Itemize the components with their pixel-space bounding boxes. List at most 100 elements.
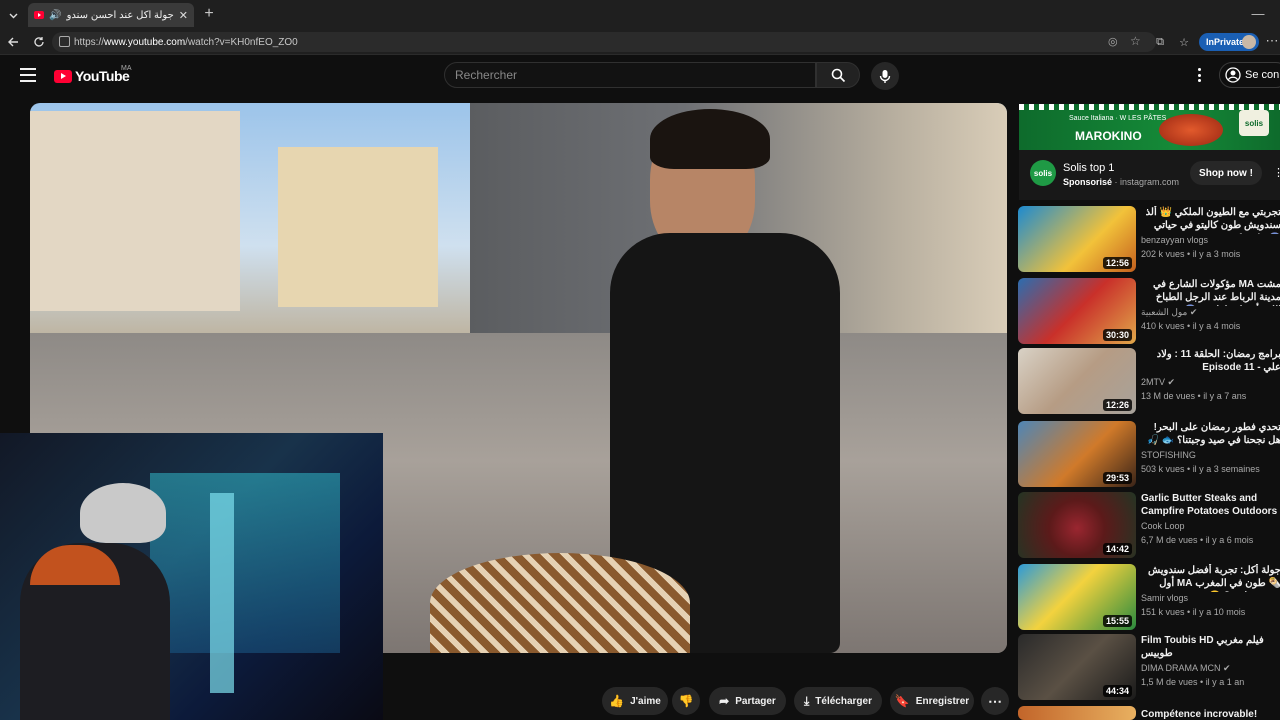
dislike-button[interactable]: 👎 [672, 687, 700, 715]
ad-info-card[interactable]: solis Solis top 1 Sponsorisé · instagram… [1019, 150, 1280, 200]
inprivate-badge[interactable]: InPrivate [1199, 33, 1259, 51]
signin-label: Se conn [1245, 69, 1280, 81]
ad-brand-avatar-text: solis [1033, 168, 1053, 178]
ad-banner-image[interactable]: Sauce Italiana · W LES PÂTES MAROKINO so… [1019, 104, 1280, 150]
account-icon [1225, 67, 1241, 83]
search-button[interactable] [816, 62, 860, 88]
video-title[interactable]: Film Toubis HD فيلم مغربي طوبيس [1141, 634, 1280, 660]
refresh-icon[interactable] [30, 33, 48, 51]
browser-menu-icon[interactable]: ⋯ [1264, 33, 1280, 49]
channel-name[interactable]: Samir vlogs [1141, 593, 1188, 603]
signin-button[interactable]: Se conn [1219, 62, 1280, 88]
save-button[interactable]: 🔖 Enregistrer [890, 687, 974, 715]
minimize-icon[interactable]: — [1250, 5, 1266, 21]
video-thumbnail[interactable]: 12:56 [1018, 206, 1136, 272]
recommendation-item[interactable]: Compétence incrovable! [1018, 706, 1280, 720]
tab-close-icon[interactable]: ✕ [179, 9, 188, 22]
upload-age: il y a 1 an [1205, 677, 1245, 687]
like-button[interactable]: 👍 J'aime [602, 687, 668, 715]
more-horiz-icon: ⋯ [988, 692, 1002, 709]
webcam-person-cap [80, 483, 166, 543]
url-field[interactable]: https://www.youtube.com/watch?v=KH0nfEO_… [52, 32, 1156, 52]
channel-name[interactable]: مول الشعبية [1141, 307, 1187, 317]
bookmark-icon: 🔖 [894, 694, 910, 708]
channel-name[interactable]: 2MTV [1141, 377, 1165, 387]
video-frame-building-left [30, 111, 240, 311]
back-icon[interactable] [4, 33, 22, 51]
channel-name[interactable]: Cook Loop [1141, 521, 1185, 531]
channel-name[interactable]: benzayyan vlogs [1141, 235, 1208, 245]
more-actions-button[interactable]: ⋯ [981, 687, 1009, 715]
recommendation-item[interactable]: 30:30 مشت MA مؤكولات الشارع في مدينة الر… [1018, 278, 1280, 346]
site-info-icon[interactable] [59, 36, 70, 47]
duration-badge: 44:34 [1102, 685, 1132, 697]
duration-badge: 29:53 [1102, 472, 1132, 484]
video-meta: 503 k vues • il y a 3 semaines [1141, 464, 1260, 474]
ad-sponsored-label: Sponsorisé [1063, 177, 1113, 187]
video-title[interactable]: جولة أكل: تجربة أفضل سندويش 🌯 طون في الم… [1141, 564, 1280, 592]
video-thumbnail[interactable]: 15:55 [1018, 564, 1136, 630]
share-button[interactable]: ➦ Partager [709, 687, 786, 715]
recommendation-item[interactable]: 14:42 Garlic Butter Steaks and Campfire … [1018, 492, 1280, 560]
new-tab-icon[interactable]: + [200, 5, 218, 23]
video-title[interactable]: تحدي فطور رمضان على البحر! هل نجحنا في ص… [1141, 421, 1280, 447]
verified-icon: ✔ [1223, 663, 1231, 673]
search-icon [831, 68, 845, 82]
ad-more-icon[interactable]: ⋮ [1273, 166, 1280, 179]
ad-cta-label: Shop now ! [1199, 167, 1253, 179]
download-button[interactable]: ⤓ Télécharger [794, 687, 882, 715]
tab-title: جولة أكل عند احسن سندويتشات [66, 9, 174, 21]
url-host: www.youtube.com [104, 36, 186, 48]
channel-name[interactable]: STOFISHING [1141, 450, 1196, 460]
video-title[interactable]: Compétence incrovable! [1141, 708, 1280, 720]
tab-list-chevron-icon[interactable] [4, 6, 22, 24]
youtube-logo[interactable]: YouTube [54, 67, 130, 85]
settings-more-icon[interactable] [1195, 68, 1203, 82]
guide-menu-icon[interactable] [20, 68, 36, 82]
video-thumbnail[interactable]: 29:53 [1018, 421, 1136, 487]
duration-badge: 12:26 [1102, 399, 1132, 411]
recommendation-item[interactable]: 15:55 جولة أكل: تجربة أفضل سندويش 🌯 طون … [1018, 564, 1280, 632]
video-meta: 151 k vues • il y a 10 mois [1141, 607, 1246, 617]
channel-name[interactable]: DIMA DRAMA MCN [1141, 663, 1221, 673]
ad-banner-solis-logo: solis [1239, 110, 1269, 136]
video-title[interactable]: تجربتي مع الطيون الملكي 👑 ألذ سندويش طون… [1141, 206, 1280, 234]
inprivate-label: InPrivate [1206, 37, 1245, 47]
recommendation-item[interactable]: 12:56 تجربتي مع الطيون الملكي 👑 ألذ سندو… [1018, 206, 1280, 274]
video-thumbnail[interactable] [1018, 706, 1136, 720]
channel-row[interactable]: DIMA DRAMA MCN ✔ [1141, 663, 1231, 674]
ad-cta-button[interactable]: Shop now ! [1190, 161, 1262, 185]
speaker-icon[interactable]: 🔊 [49, 10, 61, 21]
download-icon: ⤓ [803, 693, 810, 708]
ad-banner-title: MAROKINO [1075, 129, 1142, 143]
video-title[interactable]: برامج رمضان: الحلقة 11 : ولاد علي - Epis… [1141, 348, 1280, 374]
recommendation-item[interactable]: 12:26 برامج رمضان: الحلقة 11 : ولاد علي … [1018, 348, 1280, 416]
channel-row[interactable]: مول الشعبية ✔ [1141, 307, 1197, 318]
ad-brand-avatar: solis [1030, 160, 1056, 186]
download-label: Télécharger [815, 695, 872, 707]
favorite-star-icon[interactable]: ☆ [1130, 34, 1141, 48]
upload-age: il y a 6 mois [1205, 535, 1254, 545]
voice-search-button[interactable] [871, 62, 899, 90]
favorites-icon[interactable]: ☆ [1176, 34, 1192, 50]
verified-icon: ✔ [1167, 377, 1176, 387]
recommendation-item[interactable]: 44:34 Film Toubis HD فيلم مغربي طوبيس DI… [1018, 634, 1280, 702]
video-title[interactable]: مشت MA مؤكولات الشارع في مدينة الرباط عن… [1141, 278, 1280, 306]
extensions-icon[interactable]: ⧉ [1152, 34, 1168, 50]
video-thumbnail[interactable]: 44:34 [1018, 634, 1136, 700]
video-frame-building-mid [278, 147, 438, 307]
ad-banner-checker [1019, 104, 1280, 110]
video-thumbnail[interactable]: 30:30 [1018, 278, 1136, 344]
view-count: 13 M de vues [1141, 391, 1196, 401]
video-meta: 202 k vues • il y a 3 mois [1141, 249, 1241, 259]
video-thumbnail[interactable]: 12:26 [1018, 348, 1136, 414]
recommendation-item[interactable]: 29:53 تحدي فطور رمضان على البحر! هل نجحن… [1018, 421, 1280, 489]
search-input[interactable]: Rechercher [444, 62, 816, 88]
channel-row[interactable]: 2MTV ✔ [1141, 377, 1175, 388]
video-title[interactable]: Garlic Butter Steaks and Campfire Potato… [1141, 492, 1280, 518]
video-thumbnail[interactable]: 14:42 [1018, 492, 1136, 558]
ad-banner-pasta-plate [1159, 114, 1223, 146]
tracking-prevention-icon[interactable]: ◎ [1108, 35, 1118, 48]
upload-age: il y a 7 ans [1203, 391, 1247, 401]
browser-tab-active[interactable]: 🔊 جولة أكل عند احسن سندويتشات ✕ [28, 3, 194, 27]
